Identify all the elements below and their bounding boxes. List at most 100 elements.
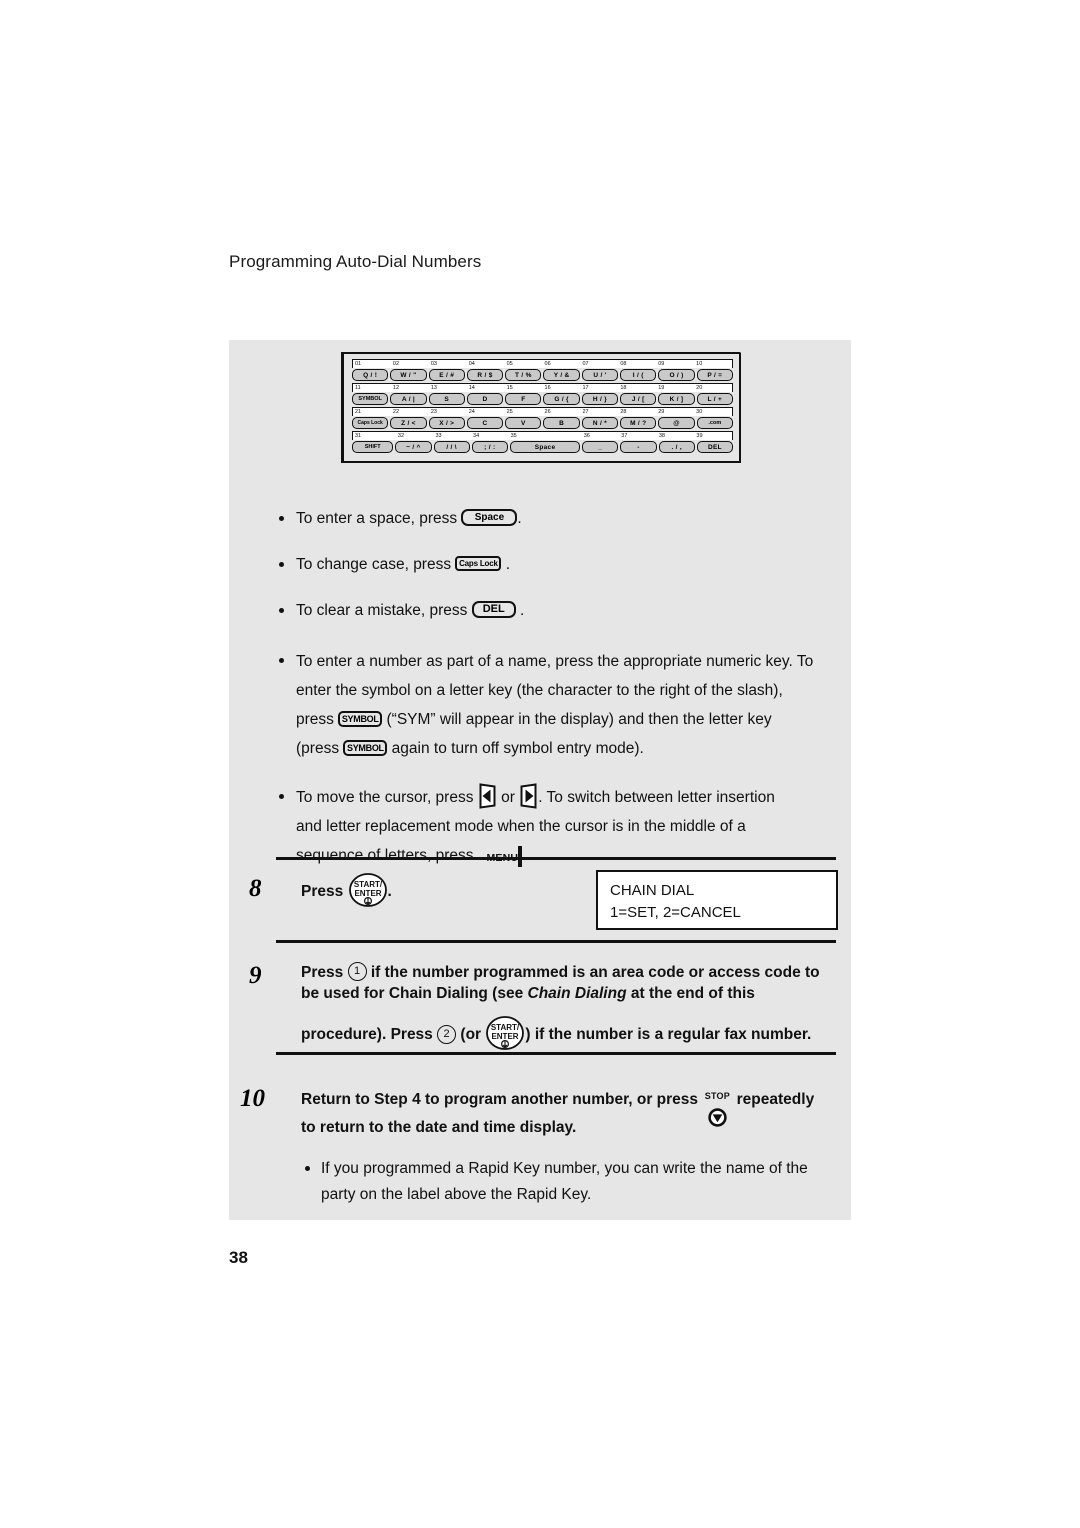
key-number: 12 [392,385,400,391]
bullet-text-end: . [515,602,525,619]
key-number: 35 [510,433,517,439]
keyboard-key[interactable]: DEL [696,441,733,453]
keyboard-key[interactable]: - [620,441,657,453]
keyboard-key[interactable]: .com [696,417,733,429]
key-number: 18 [620,385,627,391]
key-number: 02 [392,361,400,367]
bullet-dot [279,608,284,613]
step-10-body: Return to Step 4 to program another numb… [301,1085,849,1208]
keyboard-key[interactable]: W / " [390,369,427,381]
keyboard-key[interactable]: / / \ [433,441,470,453]
step-10-line2: to return to the date and time display. [301,1119,577,1136]
lcd-line-2: 1=SET, 2=CANCEL [610,904,741,921]
keyboard-key[interactable]: SHIFT [352,441,394,453]
keyboard-key[interactable]: L / + [696,393,733,405]
divider-below-step-9 [276,1052,836,1055]
step-9-line2a: be used for Chain Dialing (see [301,985,528,1002]
keyboard-key[interactable]: X / > [428,417,465,429]
del-key-chip[interactable]: DEL [471,601,516,619]
keyboard-key[interactable]: Caps Lock [352,417,389,429]
keyboard-key[interactable]: M / ? [620,417,657,429]
step-10-number: 10 [240,1085,265,1112]
symbol-key-chip-2[interactable]: SYMBOL [343,739,388,756]
keyboard-key[interactable]: Space [509,441,581,453]
keyboard-key[interactable]: R / $ [466,369,504,381]
key-number: 38 [658,433,665,439]
keyboard-key[interactable]: Y / & [543,369,580,381]
keyboard-key[interactable]: D [466,393,504,405]
keyboard-key[interactable]: G / { [543,393,580,405]
keyboard-key[interactable]: N / * [581,417,619,429]
key-number: 21 [355,409,362,415]
keyboard-key[interactable]: @ [658,417,695,429]
bullet-enter-space: To enter a space, press Space. [276,505,836,533]
symbol-line-4-post: again to turn off symbol entry mode). [387,740,644,757]
symbol-line-1: To enter a number as part of a name, pre… [296,653,814,670]
symbol-line-2: enter the symbol on a letter key (the ch… [296,682,783,699]
keyboard-key[interactable]: A / | [390,393,427,405]
key-number: 07 [582,361,589,367]
key-number: 09 [658,361,665,367]
step-8-post: . [387,883,392,901]
keyboard-key[interactable]: SYMBOL [352,393,389,405]
step-8-pre: Press [301,883,348,901]
stop-key-icon[interactable]: STOP [702,1082,732,1127]
page-header: Programming Auto-Dial Numbers [229,252,482,271]
keyboard-key[interactable]: U / ' [581,369,619,381]
keyboard-key[interactable]: C [466,417,504,429]
symbol-line-4-pre: (press [296,740,344,757]
keyboard-key[interactable]: I / ( [620,369,657,381]
keyboard-key[interactable]: J / [ [620,393,657,405]
keyboard-key[interactable]: K / ] [658,393,695,405]
cursor-line-1-pre: To move the cursor, press [296,789,478,806]
step-10: 10 Return to Step 4 to program another n… [240,1085,849,1208]
keyboard-key[interactable]: Q / ! [352,369,389,381]
step-9-italic-ref: Chain Dialing [527,985,627,1002]
numeric-key-2[interactable]: 2 [437,1024,457,1044]
symbol-key-chip[interactable]: SYMBOL [338,710,383,727]
keyboard-key[interactable]: Z / < [390,417,427,429]
bullet-text: To clear a mistake, press [296,602,472,619]
key-number: 10 [696,361,703,367]
space-key-chip[interactable]: Space [461,509,518,527]
keyboard-key[interactable]: . / , [658,441,695,453]
subbullet-line-2: party on the label above the Rapid Key. [321,1186,592,1203]
keyboard-row-numbers: 21 22 23 24 25 26 27 28 29 30 [352,407,733,416]
start-enter-key-icon[interactable]: START/ ENTER [348,873,388,907]
keyboard-key[interactable]: F [505,393,542,405]
step-9-line3c: ) if the number is a regular fax number. [525,1026,812,1044]
keyboard-key[interactable]: P / = [696,369,733,381]
key-number: 26 [544,409,551,415]
keyboard-key[interactable]: S [428,393,465,405]
cursor-line-2: and letter replacement mode when the cur… [296,818,746,835]
keyboard-key[interactable]: B [543,417,580,429]
content-panel: 01 02 03 04 05 06 07 08 09 10 Q / ! W / " E / # R / $… [229,340,851,1220]
step-9-mid1: if the number programmed is an area code… [366,964,820,981]
keyboard-diagram: 01 02 03 04 05 06 07 08 09 10 Q / ! W / " E / # R / $… [341,352,741,463]
keyboard-row-keys: SYMBOL A / | S D F G / {H / } J / [K / ] L / + [352,393,733,405]
keyboard-row-numbers: 11 12 13 14 15 16 17 18 19 20 [352,383,733,392]
keyboard-key[interactable]: V [505,417,542,429]
keyboard-key[interactable]: T / % [505,369,542,381]
key-number: 23 [430,409,437,415]
key-number: 13 [430,385,437,391]
key-number: 25 [506,409,513,415]
start-enter-key-icon-2[interactable]: START/ ENTER [485,1016,525,1050]
key-number: 19 [658,385,665,391]
cursor-line-1-post: . To switch between letter insertion [538,789,775,806]
keyboard-key[interactable]: ; / : [471,441,508,453]
keyboard-key[interactable]: E / # [428,369,465,381]
right-arrow-icon[interactable] [519,783,538,809]
key-number: 34 [473,433,480,439]
keyboard-key[interactable]: O / ) [658,369,695,381]
instruction-bullets: To enter a space, press Space. To change… [276,505,836,880]
numeric-key-1[interactable]: 1 [347,962,367,982]
key-number: 15 [506,385,513,391]
lcd-line-1: CHAIN DIAL [610,882,695,899]
caps-lock-key-chip[interactable]: Caps Lock [455,556,502,572]
keyboard-key[interactable]: H / } [581,393,619,405]
keyboard-key[interactable]: _ [582,441,619,453]
keyboard-key[interactable]: ~ / ^ [395,441,432,453]
left-arrow-icon[interactable] [478,783,497,809]
step-8-number: 8 [249,875,262,902]
